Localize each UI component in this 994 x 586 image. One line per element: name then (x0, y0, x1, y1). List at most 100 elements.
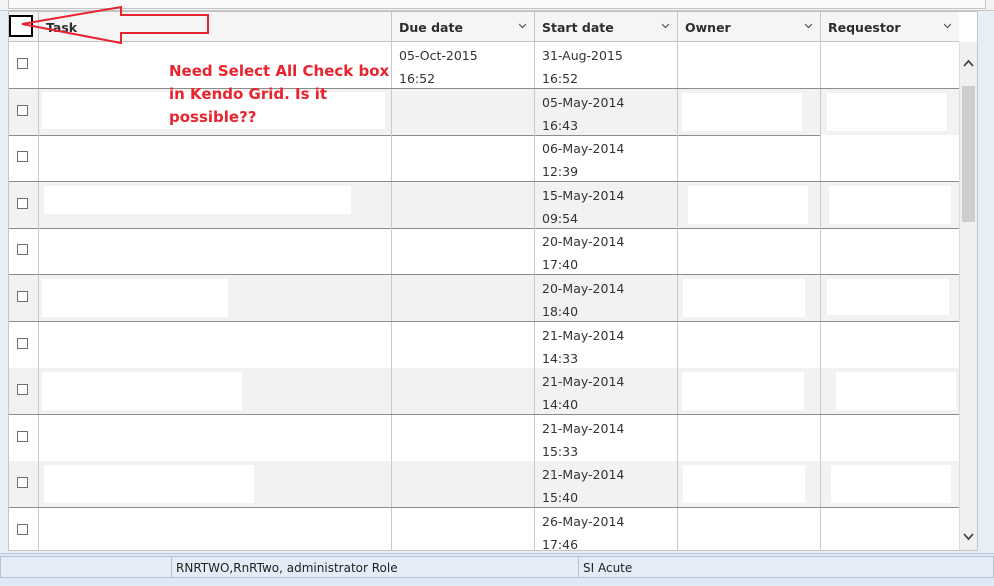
table-row[interactable]: 15-May-2014 09:54 (9, 181, 959, 229)
chevron-down-icon[interactable] (963, 531, 974, 542)
row-checkbox[interactable] (17, 337, 28, 349)
column-header-requestor[interactable]: Requestor (821, 12, 959, 41)
row-checkbox[interactable] (17, 430, 28, 442)
column-header-label: Due date (399, 20, 463, 35)
row-checkbox[interactable] (17, 244, 28, 256)
table-row[interactable]: 05-Oct-2015 16:52 31-Aug-2015 16:52 (9, 42, 959, 89)
status-unit: SI Acute (578, 556, 994, 578)
table-row[interactable]: 21-May-2014 14:33 (9, 321, 959, 369)
redacted-block (683, 465, 805, 504)
grid-body: 05-Oct-2015 16:52 31-Aug-2015 16:52 05-May-2… (9, 42, 959, 550)
task-cell (39, 508, 392, 550)
due-date-cell (392, 88, 535, 135)
table-row[interactable]: 20-May-2014 18:40 (9, 275, 959, 322)
owner-cell (678, 414, 821, 461)
column-header-label: Start date (542, 20, 614, 35)
row-checkbox[interactable] (17, 291, 28, 302)
table-row[interactable]: 06-May-2014 12:39 (9, 135, 959, 183)
due-date-cell (392, 275, 535, 321)
start-date-cell: 15-May-2014 09:54 (535, 181, 678, 228)
due-date-value: 05-Oct-2015 (399, 48, 478, 63)
due-time-value: 16:52 (399, 71, 436, 86)
owner-cell (678, 321, 821, 368)
status-user: RNRTWO,RnRTwo, administrator Role (171, 556, 579, 578)
owner-cell (678, 88, 821, 135)
start-time-value: 15:33 (542, 443, 579, 459)
row-checkbox[interactable] (17, 477, 28, 489)
table-row[interactable]: 05-May-2014 16:43 (9, 88, 959, 136)
requestor-cell (821, 461, 959, 507)
table-row[interactable]: 20-May-2014 17:40 (9, 228, 959, 276)
start-date-value: 20-May-2014 (542, 281, 625, 296)
start-date-value: 05-May-2014 (542, 94, 625, 110)
start-date-value: 26-May-2014 (542, 514, 625, 529)
start-time-value: 14:33 (542, 350, 579, 366)
row-checkbox[interactable] (17, 58, 28, 69)
redacted-block (827, 92, 947, 131)
table-row[interactable]: 21-May-2014 15:33 (9, 414, 959, 462)
start-date-cell: 21-May-2014 14:40 (535, 368, 678, 415)
due-date-cell: 05-Oct-2015 16:52 (392, 42, 535, 88)
redacted-block (42, 372, 242, 411)
arrow-left-icon (21, 5, 209, 45)
start-time-value: 16:52 (542, 71, 579, 86)
due-date-cell (392, 414, 535, 461)
row-checkbox[interactable] (17, 524, 28, 535)
annotation-callout: Need Select All Check box in Kendo Grid.… (169, 60, 399, 129)
due-date-cell (392, 368, 535, 415)
requestor-cell (821, 508, 959, 550)
owner-cell (678, 508, 821, 550)
requestor-cell (821, 135, 959, 182)
column-header-owner[interactable]: Owner (678, 12, 821, 41)
chevron-up-icon[interactable] (963, 58, 974, 69)
redacted-block (688, 185, 808, 224)
redacted-block (49, 324, 349, 363)
select-cell (9, 368, 39, 415)
row-checkbox[interactable] (17, 151, 28, 163)
due-date-cell (392, 508, 535, 550)
requestor-cell (821, 415, 959, 461)
status-segment-empty (0, 556, 172, 578)
row-checkbox[interactable] (17, 197, 28, 209)
column-header-due-date[interactable]: Due date (392, 12, 535, 41)
requestor-cell (821, 42, 959, 88)
annotation-line: in Kendo Grid. Is it (169, 85, 328, 103)
start-time-value: 17:40 (542, 257, 579, 273)
redacted-block (831, 465, 951, 504)
scrollbar-thumb[interactable] (962, 86, 975, 222)
start-time-value: 18:40 (542, 304, 579, 319)
chevron-down-icon[interactable] (662, 22, 669, 29)
row-checkbox[interactable] (17, 104, 28, 116)
chevron-down-icon[interactable] (519, 22, 526, 29)
start-date-value: 21-May-2014 (542, 327, 625, 343)
task-cell (39, 321, 392, 368)
kendo-grid: Task Due date Start date Owner Requestor… (8, 11, 978, 551)
table-row[interactable]: 21-May-2014 14:40 (9, 368, 959, 416)
start-date-cell: 20-May-2014 18:40 (535, 275, 678, 321)
redacted-block (44, 185, 351, 214)
start-date-cell: 21-May-2014 15:40 (535, 461, 678, 508)
start-date-cell: 21-May-2014 14:33 (535, 321, 678, 368)
start-time-value: 16:43 (542, 117, 579, 133)
start-time-value: 09:54 (542, 210, 579, 226)
requestor-cell (821, 89, 959, 135)
table-row[interactable]: 26-May-2014 17:46 (9, 508, 959, 550)
due-date-cell (392, 181, 535, 228)
redacted-block (836, 372, 956, 411)
vertical-scrollbar[interactable] (959, 42, 977, 550)
select-cell (9, 414, 39, 461)
chevron-down-icon[interactable] (805, 22, 812, 29)
due-date-cell (392, 135, 535, 182)
redacted-block (44, 465, 254, 504)
task-cell (39, 135, 392, 182)
annotation-line: Need Select All Check box (169, 62, 390, 80)
owner-cell (678, 181, 821, 228)
select-cell (9, 228, 39, 275)
task-cell (39, 414, 392, 461)
redacted-block (821, 321, 959, 366)
table-row[interactable]: 21-May-2014 15:40 (9, 461, 959, 509)
row-checkbox[interactable] (17, 384, 28, 396)
chevron-down-icon[interactable] (944, 22, 951, 29)
redacted-block (42, 512, 382, 550)
column-header-start-date[interactable]: Start date (535, 12, 678, 41)
